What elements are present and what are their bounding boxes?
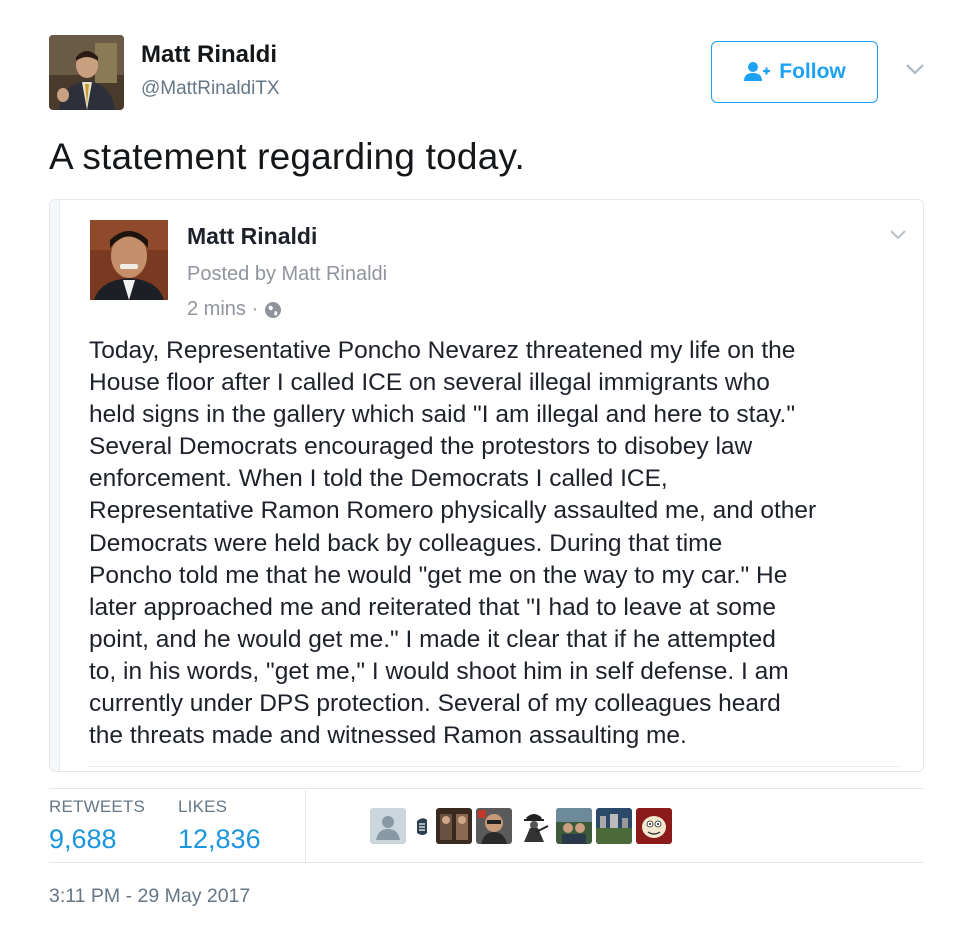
embed-divider — [89, 766, 901, 767]
liker-avatar[interactable] — [410, 808, 432, 844]
post-author-name: Matt Rinaldi — [187, 223, 318, 249]
post-author-avatar — [90, 220, 168, 300]
post-body-line: Democrats were held back by colleagues. … — [89, 529, 723, 557]
stats-divider-bottom — [49, 862, 924, 863]
post-body-line: House floor after I called ICE on severa… — [89, 369, 770, 397]
post-body-line: later approached me and reiterated that … — [89, 593, 776, 621]
liker-avatar[interactable] — [596, 808, 632, 844]
liker-avatar[interactable] — [516, 808, 552, 844]
follow-label: Follow — [779, 60, 846, 83]
follow-button[interactable]: Follow — [711, 41, 878, 103]
embed-side-bar — [50, 200, 60, 771]
likes-stat[interactable]: LIKES 12,836 — [178, 797, 261, 855]
embedded-post[interactable]: Matt Rinaldi Posted by Matt Rinaldi 2 mi… — [49, 199, 924, 772]
liker-avatar[interactable] — [436, 808, 472, 844]
retweets-label: RETWEETS — [49, 797, 146, 816]
liker-avatar[interactable] — [636, 808, 672, 844]
post-time: 2 mins · — [187, 298, 282, 321]
retweets-stat[interactable]: RETWEETS 9,688 — [49, 797, 145, 855]
author-avatar[interactable] — [49, 35, 124, 110]
likers-avatars — [370, 806, 672, 846]
post-body-line: the threats made and witnessed Ramon ass… — [89, 722, 687, 750]
globe-icon — [265, 301, 282, 318]
post-body-line: currently under DPS protection. Several … — [89, 690, 781, 718]
post-body-line: point, and he would get me." I made it c… — [89, 625, 776, 653]
posted-by: Posted by Matt Rinaldi — [187, 263, 388, 285]
chevron-down-icon — [890, 230, 906, 240]
post-body-line: held signs in the gallery which said "I … — [89, 401, 796, 429]
post-body-line: Representative Ramon Romero physically a… — [89, 497, 817, 525]
post-body-line: to, in his words, "get me," I would shoo… — [89, 657, 789, 685]
default-avatar-icon — [370, 808, 406, 844]
stats-divider-top — [49, 788, 924, 789]
tweet-timestamp[interactable]: 3:11 PM - 29 May 2017 — [49, 885, 250, 908]
post-body: Today, Representative Poncho Nevarez thr… — [89, 335, 909, 752]
chevron-down-icon[interactable] — [904, 61, 926, 77]
post-body-line: Poncho told me that he would "get me on … — [89, 561, 788, 589]
likes-label: LIKES — [178, 797, 228, 816]
author-name[interactable]: Matt Rinaldi — [141, 41, 277, 69]
author-handle[interactable]: @MattRinaldiTX — [141, 78, 280, 100]
liker-avatar[interactable] — [556, 808, 592, 844]
post-body-line: enforcement. When I told the Democrats I… — [89, 465, 668, 493]
post-time-text: 2 mins · — [187, 298, 259, 320]
retweets-count: 9,688 — [49, 824, 117, 854]
stats-separator — [305, 790, 306, 862]
follow-person-icon — [744, 62, 771, 81]
tweet-header: Matt Rinaldi @MattRinaldiTX Follow — [49, 35, 929, 115]
post-body-line: Several Democrats encouraged the protest… — [89, 433, 753, 461]
liker-avatar[interactable] — [370, 808, 406, 844]
tweet-text: A statement regarding today. — [49, 136, 525, 177]
liker-avatar[interactable] — [476, 808, 512, 844]
post-body-line: Today, Representative Poncho Nevarez thr… — [89, 337, 796, 364]
likes-count: 12,836 — [178, 824, 261, 854]
